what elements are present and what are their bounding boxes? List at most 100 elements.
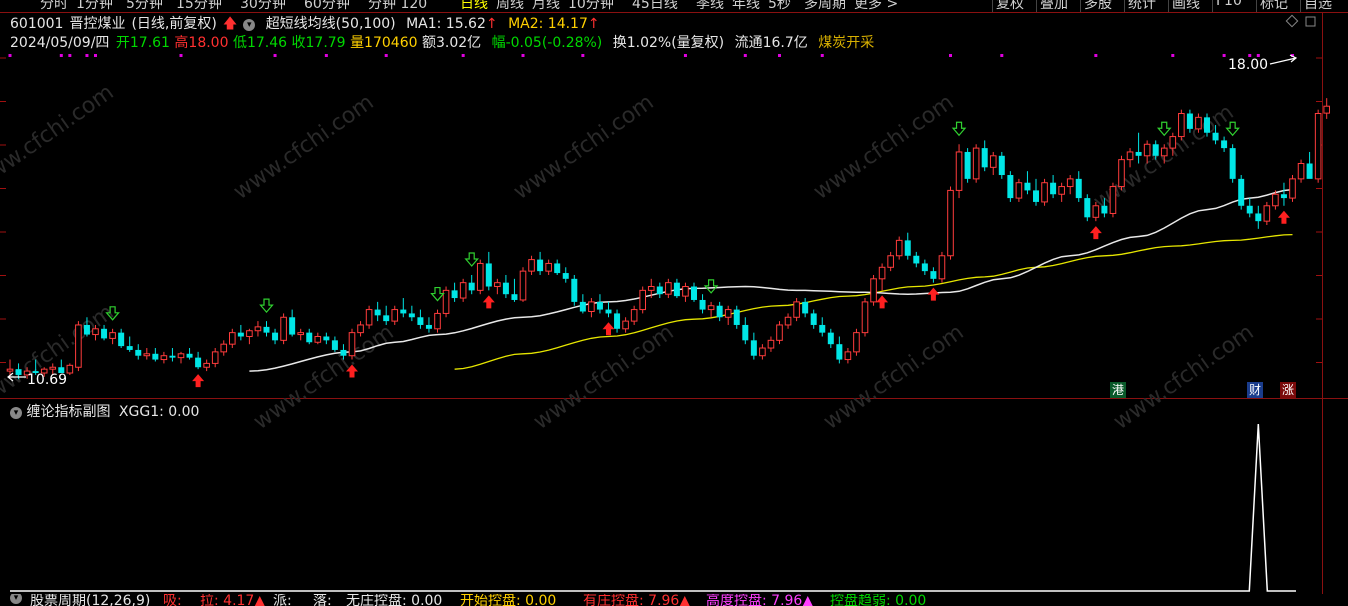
candle[interactable]: [365, 305, 373, 329]
candle[interactable]: [1246, 198, 1253, 218]
candle[interactable]: [707, 301, 715, 318]
candle[interactable]: [306, 328, 313, 345]
candle[interactable]: [468, 274, 475, 295]
candle[interactable]: [733, 305, 740, 329]
candle[interactable]: [673, 278, 680, 299]
candle[interactable]: [630, 305, 638, 325]
candle[interactable]: [972, 144, 980, 183]
candle[interactable]: [699, 294, 706, 314]
candle[interactable]: [537, 251, 544, 275]
candle[interactable]: [126, 336, 133, 352]
candle[interactable]: [400, 298, 407, 318]
candle[interactable]: [66, 363, 74, 375]
candle[interactable]: [1255, 205, 1262, 229]
candle[interactable]: [502, 274, 509, 299]
candle[interactable]: [802, 298, 809, 318]
candle[interactable]: [989, 151, 997, 176]
candle[interactable]: [323, 332, 330, 345]
candle[interactable]: [186, 348, 193, 360]
candle[interactable]: [827, 328, 834, 349]
limit-up-tag[interactable]: 涨: [1280, 382, 1296, 398]
candle[interactable]: [160, 351, 168, 364]
candle[interactable]: [109, 328, 116, 345]
candle[interactable]: [579, 294, 586, 314]
maximize-icon[interactable]: [1305, 16, 1316, 27]
candle[interactable]: [442, 286, 450, 318]
candle[interactable]: [177, 351, 185, 364]
candle[interactable]: [485, 251, 492, 291]
candle[interactable]: [682, 282, 689, 302]
candle[interactable]: [195, 351, 202, 370]
candle[interactable]: [135, 344, 142, 360]
candle[interactable]: [870, 274, 877, 306]
candle[interactable]: [605, 301, 612, 318]
candle[interactable]: [1306, 151, 1313, 179]
candle[interactable]: [571, 274, 578, 306]
candle[interactable]: [819, 317, 826, 337]
candle[interactable]: [1075, 171, 1082, 202]
candle[interactable]: [451, 282, 458, 302]
candle[interactable]: [1323, 98, 1331, 119]
candle[interactable]: [1118, 155, 1125, 191]
candle[interactable]: [554, 259, 561, 275]
candle[interactable]: [272, 328, 279, 345]
candle[interactable]: [1015, 178, 1023, 202]
candle[interactable]: [622, 317, 629, 333]
candle[interactable]: [75, 321, 82, 372]
candle[interactable]: [229, 328, 236, 349]
candle[interactable]: [724, 305, 732, 325]
candle[interactable]: [1058, 182, 1065, 202]
candle[interactable]: [545, 259, 552, 275]
hk-tag[interactable]: 港: [1110, 382, 1126, 398]
candle[interactable]: [1280, 182, 1287, 206]
candle[interactable]: [1033, 178, 1039, 206]
candle[interactable]: [964, 148, 971, 183]
candle[interactable]: [955, 144, 963, 199]
candle[interactable]: [562, 267, 569, 283]
candle[interactable]: [118, 328, 125, 349]
candle[interactable]: [348, 328, 356, 360]
candle[interactable]: [143, 348, 151, 360]
candle[interactable]: [408, 305, 415, 322]
diamond-icon[interactable]: [1285, 14, 1299, 28]
candle[interactable]: [220, 340, 228, 356]
candle[interactable]: [810, 309, 817, 329]
candle[interactable]: [280, 313, 287, 345]
candle[interactable]: [947, 186, 954, 260]
candle[interactable]: [297, 328, 304, 341]
candle[interactable]: [981, 140, 988, 172]
candle[interactable]: [1178, 109, 1185, 141]
finance-tag[interactable]: 财: [1247, 382, 1263, 398]
candle[interactable]: [1238, 175, 1245, 210]
candle[interactable]: [750, 332, 757, 360]
candle[interactable]: [152, 348, 159, 362]
candle[interactable]: [1263, 201, 1271, 225]
candle[interactable]: [203, 359, 210, 372]
candle[interactable]: [853, 328, 860, 356]
candle[interactable]: [1024, 171, 1031, 195]
candle[interactable]: [921, 259, 928, 275]
candle[interactable]: [1109, 182, 1117, 218]
candle[interactable]: [742, 317, 749, 345]
candle[interactable]: [1221, 136, 1228, 152]
candle[interactable]: [237, 324, 244, 341]
candle[interactable]: [314, 332, 322, 345]
candle[interactable]: [913, 251, 920, 268]
candle[interactable]: [844, 348, 852, 364]
candle[interactable]: [1297, 159, 1305, 183]
candle[interactable]: [511, 278, 518, 302]
candle[interactable]: [263, 321, 270, 337]
candle[interactable]: [861, 298, 869, 337]
candle[interactable]: [930, 267, 937, 283]
candle[interactable]: [1050, 175, 1057, 199]
candle[interactable]: [494, 278, 501, 295]
candle[interactable]: [793, 298, 800, 322]
kline-chart[interactable]: www.cfchi.com www.cfchi.com www.cfchi.com w…: [0, 0, 1348, 606]
candle[interactable]: [1041, 178, 1048, 206]
candle[interactable]: [938, 251, 946, 283]
candle[interactable]: [246, 328, 253, 345]
candle[interactable]: [1289, 175, 1296, 202]
candle[interactable]: [331, 336, 338, 352]
candle[interactable]: [289, 309, 296, 337]
candle[interactable]: [716, 301, 723, 322]
